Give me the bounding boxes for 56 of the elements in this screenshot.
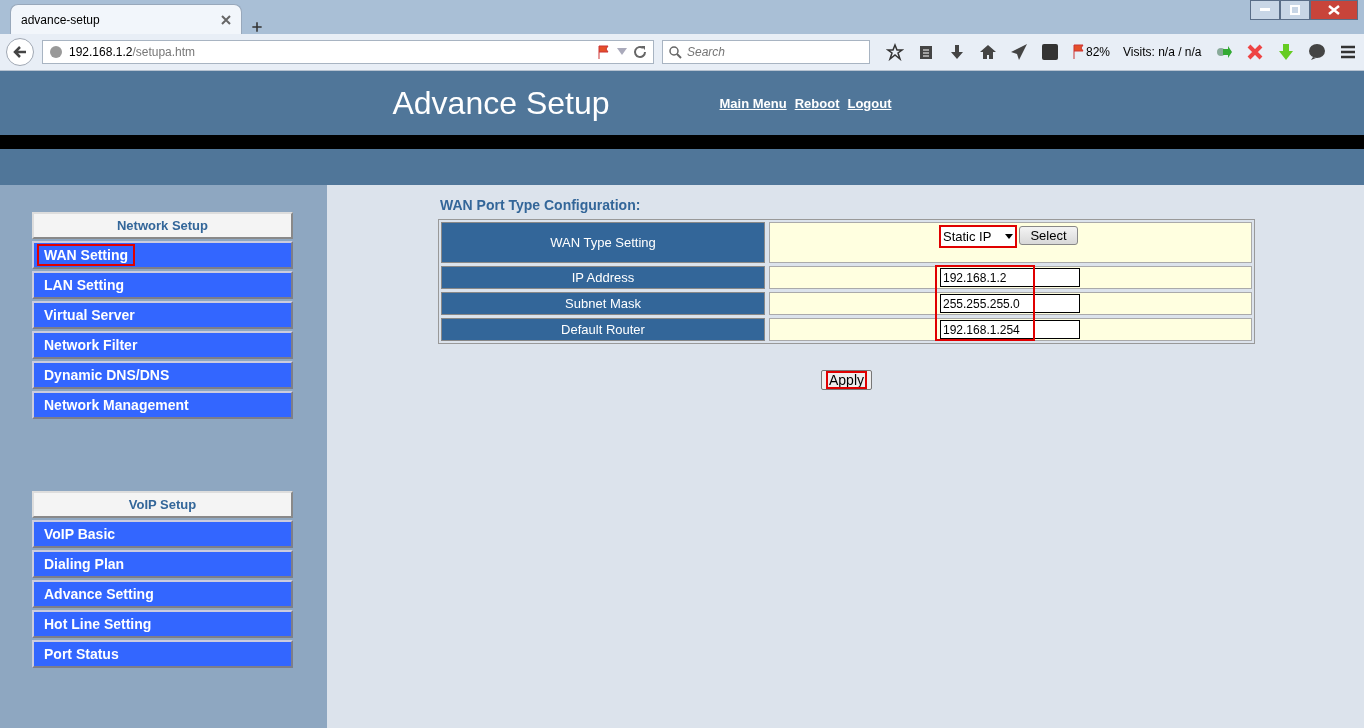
search-field[interactable]: Search: [662, 40, 870, 64]
reload-icon[interactable]: [633, 45, 647, 59]
menu-group-heading: Network Setup: [32, 212, 293, 239]
address-bar[interactable]: 192.168.1.2/setupa.htm: [42, 40, 654, 64]
maximize-icon: [1290, 5, 1300, 15]
menu-item[interactable]: Hot Line Setting: [32, 610, 293, 638]
field-label: Subnet Mask: [441, 292, 765, 315]
maximize-button[interactable]: [1280, 0, 1310, 20]
zoom-reading: 82%: [1072, 44, 1111, 60]
menu-item[interactable]: WAN Setting: [32, 241, 293, 269]
menu-item[interactable]: Port Status: [32, 640, 293, 668]
menu-item[interactable]: Dialing Plan: [32, 550, 293, 578]
chat-icon[interactable]: [1307, 43, 1326, 61]
close-icon[interactable]: [1245, 43, 1264, 61]
new-tab-icon[interactable]: [250, 20, 264, 34]
type-dropdown[interactable]: Static IP: [940, 226, 1017, 247]
field-label: Default Router: [441, 318, 765, 341]
menu-item[interactable]: Network Management: [32, 391, 293, 419]
clipboard-icon[interactable]: [917, 43, 935, 61]
close-button[interactable]: [1310, 0, 1358, 20]
field-label: WAN Type Setting: [441, 222, 765, 263]
flag-icon[interactable]: [597, 45, 611, 59]
header-link[interactable]: Reboot: [794, 95, 840, 111]
download-icon[interactable]: [948, 43, 966, 61]
input-field[interactable]: 255.255.255.0: [940, 294, 1080, 313]
minimize-icon: [1260, 8, 1270, 12]
minimize-button[interactable]: [1250, 0, 1280, 20]
header-link[interactable]: Main Menu: [719, 95, 787, 111]
menu-group-heading: VoIP Setup: [32, 491, 293, 518]
caret-icon: [1005, 234, 1014, 239]
menu-item[interactable]: VoIP Basic: [32, 520, 293, 548]
star-icon[interactable]: [886, 43, 904, 61]
close-icon: [1328, 5, 1340, 15]
paper-plane-icon[interactable]: [1010, 43, 1028, 61]
menu-item[interactable]: Virtual Server: [32, 301, 293, 329]
close-tab-icon[interactable]: [221, 14, 231, 25]
section-title: WAN Port Type Configuration:: [440, 197, 642, 213]
menu-item[interactable]: Advance Setting: [32, 580, 293, 608]
menu-item[interactable]: Dynamic DNS/DNS: [32, 361, 293, 389]
field-label: IP Address: [441, 266, 765, 289]
menu-icon[interactable]: [1338, 43, 1357, 61]
back-arrow-icon: [13, 45, 27, 59]
browser-tab[interactable]: advance-setup: [10, 4, 242, 34]
globe-icon: [49, 45, 63, 59]
input-field[interactable]: 192.168.1.2: [940, 268, 1080, 287]
visits-counter: Visits: n/a / n/a: [1123, 45, 1202, 59]
back-button[interactable]: [6, 38, 34, 66]
header-link[interactable]: Logout: [847, 95, 892, 111]
input-field[interactable]: 192.168.1.254: [940, 320, 1080, 339]
apply-button[interactable]: Apply: [821, 370, 872, 390]
menu-item[interactable]: Network Filter: [32, 331, 293, 359]
select-button[interactable]: Select: [1019, 226, 1078, 245]
home-icon[interactable]: [979, 43, 997, 61]
page-title: Advance Setup: [392, 84, 610, 122]
flag-icon[interactable]: [1072, 44, 1084, 60]
menu-item[interactable]: LAN Setting: [32, 271, 293, 299]
